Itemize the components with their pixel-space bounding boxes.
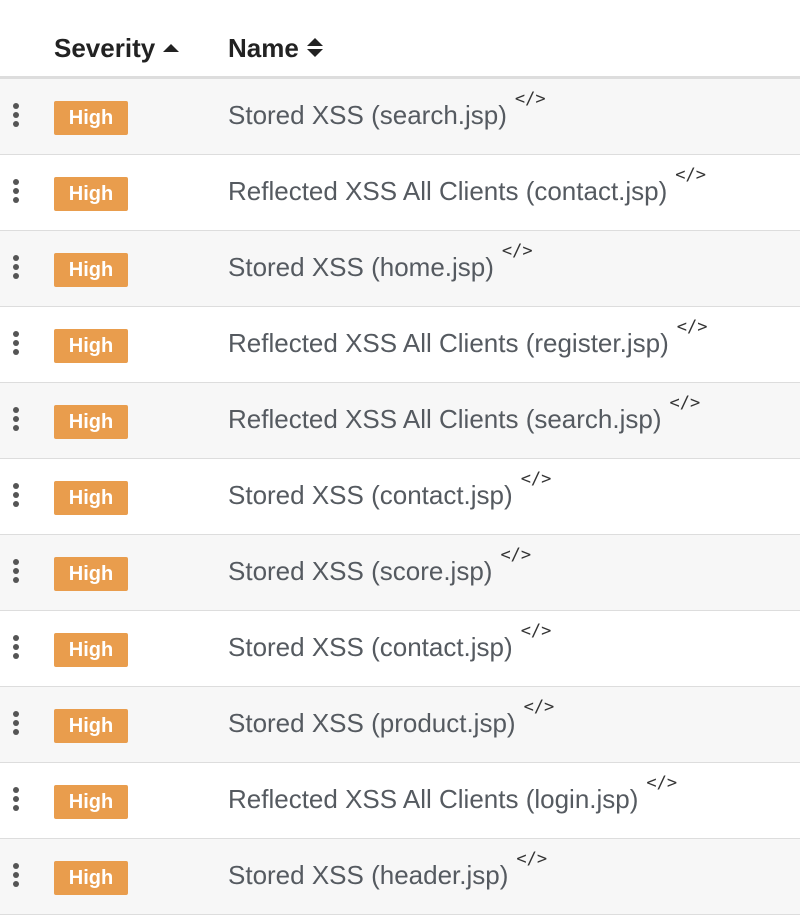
- severity-badge: High: [54, 177, 128, 211]
- row-menu-icon[interactable]: [10, 179, 22, 207]
- vulnerability-name-label: Stored XSS (contact.jsp): [228, 480, 513, 510]
- severity-badge: High: [54, 709, 128, 743]
- code-icon[interactable]: </>: [502, 241, 533, 261]
- vulnerability-name-label: Stored XSS (product.jsp): [228, 708, 516, 738]
- table-row[interactable]: High Reflected XSS All Clients (register.…: [0, 307, 800, 383]
- name-column-header[interactable]: Name: [228, 30, 323, 66]
- vulnerability-name-label: Reflected XSS All Clients (register.jsp): [228, 328, 669, 358]
- table-row[interactable]: High Stored XSS (home.jsp) </>: [0, 231, 800, 307]
- table-row[interactable]: High Reflected XSS All Clients (contact.j…: [0, 155, 800, 231]
- vulnerability-name-label: Stored XSS (search.jsp): [228, 100, 507, 130]
- row-menu-icon[interactable]: [10, 103, 22, 131]
- row-menu-icon[interactable]: [10, 635, 22, 663]
- vulnerability-name-label: Reflected XSS All Clients (login.jsp): [228, 784, 639, 814]
- vulnerability-name[interactable]: Stored XSS (contact.jsp) </>: [228, 469, 551, 515]
- table-row[interactable]: High Stored XSS (search.jsp) </>: [0, 79, 800, 155]
- severity-badge: High: [54, 633, 128, 667]
- table-row[interactable]: High Reflected XSS All Clients (login.jsp…: [0, 763, 800, 839]
- code-icon[interactable]: </>: [500, 545, 531, 565]
- vulnerability-name[interactable]: Reflected XSS All Clients (login.jsp) </>: [228, 773, 677, 819]
- table-row[interactable]: High Stored XSS (score.jsp) </>: [0, 535, 800, 611]
- severity-badge: High: [54, 101, 128, 135]
- vulnerability-name-label: Stored XSS (header.jsp): [228, 860, 509, 890]
- code-icon[interactable]: </>: [677, 317, 708, 337]
- vulnerability-name[interactable]: Reflected XSS All Clients (search.jsp) </…: [228, 393, 700, 439]
- vulnerability-name[interactable]: Stored XSS (score.jsp) </>: [228, 545, 531, 591]
- vulnerability-name-label: Stored XSS (contact.jsp): [228, 632, 513, 662]
- vulnerability-name-label: Reflected XSS All Clients (search.jsp): [228, 404, 662, 434]
- severity-badge: High: [54, 861, 128, 895]
- severity-badge: High: [54, 481, 128, 515]
- vulnerability-name[interactable]: Stored XSS (contact.jsp) </>: [228, 621, 551, 667]
- table-row[interactable]: High Stored XSS (contact.jsp) </>: [0, 611, 800, 687]
- table-row[interactable]: High Stored XSS (contact.jsp) </>: [0, 459, 800, 535]
- severity-badge: High: [54, 329, 128, 363]
- table-header: Severity Name: [0, 0, 800, 79]
- code-icon[interactable]: </>: [521, 621, 552, 641]
- row-menu-icon[interactable]: [10, 559, 22, 587]
- vulnerability-name[interactable]: Stored XSS (header.jsp) </>: [228, 849, 547, 895]
- vulnerability-name-label: Stored XSS (home.jsp): [228, 252, 494, 282]
- severity-badge: High: [54, 405, 128, 439]
- row-menu-icon[interactable]: [10, 787, 22, 815]
- table-row[interactable]: High Stored XSS (product.jsp) </>: [0, 687, 800, 763]
- vulnerability-name-label: Reflected XSS All Clients (contact.jsp): [228, 176, 668, 206]
- row-menu-icon[interactable]: [10, 863, 22, 891]
- severity-column-header[interactable]: Severity: [54, 30, 180, 66]
- severity-badge: High: [54, 557, 128, 591]
- row-menu-icon[interactable]: [10, 255, 22, 283]
- row-menu-icon[interactable]: [10, 483, 22, 511]
- severity-badge: High: [54, 253, 128, 287]
- vulnerability-name[interactable]: Stored XSS (home.jsp) </>: [228, 241, 533, 287]
- code-icon[interactable]: </>: [515, 89, 546, 109]
- code-icon[interactable]: </>: [516, 849, 547, 869]
- vulnerability-name[interactable]: Stored XSS (search.jsp) </>: [228, 89, 546, 135]
- results-table-body: High Stored XSS (search.jsp) </> High Reflec…: [0, 79, 800, 915]
- code-icon[interactable]: </>: [524, 697, 555, 717]
- table-row[interactable]: High Stored XSS (header.jsp) </>: [0, 839, 800, 915]
- vulnerability-name[interactable]: Reflected XSS All Clients (contact.jsp) <…: [228, 165, 706, 211]
- name-header-label: Name: [228, 33, 299, 63]
- row-menu-icon[interactable]: [10, 711, 22, 739]
- sort-ascending-icon[interactable]: [163, 38, 180, 58]
- severity-header-label: Severity: [54, 33, 156, 63]
- row-menu-icon[interactable]: [10, 331, 22, 359]
- row-menu-icon[interactable]: [10, 407, 22, 435]
- code-icon[interactable]: </>: [675, 165, 706, 185]
- sort-both-icon[interactable]: [306, 38, 323, 58]
- table-row[interactable]: High Reflected XSS All Clients (search.js…: [0, 383, 800, 459]
- vulnerability-name-label: Stored XSS (score.jsp): [228, 556, 493, 586]
- severity-badge: High: [54, 785, 128, 819]
- vulnerability-name[interactable]: Reflected XSS All Clients (register.jsp)…: [228, 317, 707, 363]
- code-icon[interactable]: </>: [670, 393, 701, 413]
- vulnerability-name[interactable]: Stored XSS (product.jsp) </>: [228, 697, 554, 743]
- code-icon[interactable]: </>: [521, 469, 552, 489]
- code-icon[interactable]: </>: [646, 773, 677, 793]
